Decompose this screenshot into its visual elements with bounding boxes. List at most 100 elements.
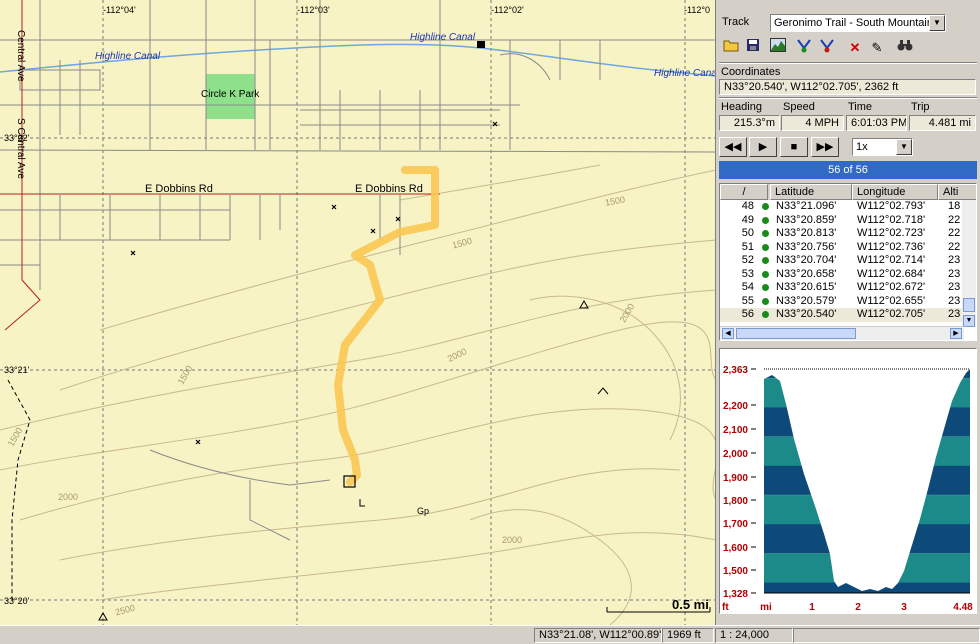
- separator: [719, 62, 977, 64]
- scroll-right-icon[interactable]: ▶: [950, 328, 962, 339]
- track-panel: Track Geronimo Trail - South Mountain ▼ …: [717, 0, 980, 625]
- column-header-longitude[interactable]: Longitude: [852, 184, 938, 200]
- longitude-label: -112°04': [103, 5, 136, 15]
- row-index: 51: [741, 240, 754, 253]
- gravel-pit-label: Gp: [417, 506, 430, 516]
- x-tick-label: 4.48: [953, 602, 973, 613]
- coordinates-field: N33°20.540', W112°02.705', 2362 ft: [719, 79, 976, 95]
- y-tick-label: 1,700: [723, 519, 748, 530]
- y-tick-label: 1,328: [723, 589, 748, 600]
- street-label: S Central Ave: [15, 118, 26, 179]
- status-extra: [793, 628, 980, 643]
- table-row[interactable]: 48 N33°21.096' W112°02.793' 18: [720, 200, 964, 214]
- scroll-down-icon[interactable]: ▼: [963, 315, 975, 327]
- row-longitude: W112°02.672': [857, 281, 926, 293]
- scale-bar-label: 0.5 mi: [672, 597, 709, 612]
- find-binoculars-icon[interactable]: [894, 38, 916, 58]
- x-tick-label: 3: [901, 602, 907, 613]
- save-icon[interactable]: [742, 38, 764, 58]
- row-latitude: N33°20.813': [776, 227, 837, 239]
- row-index: 54: [741, 281, 754, 293]
- row-index: 53: [741, 267, 754, 280]
- open-folder-icon[interactable]: [720, 38, 742, 58]
- longitude-label: -112°0: [684, 5, 710, 15]
- table-header: / Latitude Longitude Alti: [720, 184, 976, 200]
- heading-field: 215.3°m: [719, 115, 780, 131]
- table-vertical-scrollbar[interactable]: ▼: [962, 200, 976, 327]
- canal-label: Highline Canal: [654, 68, 716, 79]
- row-latitude: N33°20.579': [776, 294, 837, 307]
- track-point-icon: [762, 216, 769, 224]
- row-index: 48: [741, 200, 754, 212]
- column-header-altitude[interactable]: Alti: [938, 184, 976, 200]
- table-row[interactable]: 49 N33°20.859' W112°02.718' 22: [720, 214, 964, 228]
- building-marker: [477, 41, 485, 48]
- map-view[interactable]: -112°04' -112°03' -112°02' -112°0 33°22'…: [0, 0, 716, 625]
- boundary-line: [7, 379, 31, 600]
- progress-text: 56 of 56: [828, 164, 868, 176]
- playback-progress-bar[interactable]: 56 of 56: [719, 161, 977, 179]
- table-row[interactable]: 50 N33°20.813' W112°02.723' 22: [720, 227, 964, 241]
- row-latitude: N33°20.859': [776, 213, 837, 226]
- scroll-thumb[interactable]: [736, 328, 856, 339]
- track-select-value: Geronimo Trail - South Mountain: [774, 17, 933, 29]
- column-header-latitude[interactable]: Latitude: [770, 184, 852, 200]
- table-horizontal-scrollbar[interactable]: ◀ ▶: [720, 326, 964, 340]
- x-tick-label: 2: [855, 602, 861, 613]
- y-tick-label: 2,100: [723, 425, 748, 436]
- scroll-thumb[interactable]: [963, 298, 975, 312]
- time-label: Time: [848, 101, 873, 113]
- play-button[interactable]: ▶: [749, 137, 777, 157]
- map-grid: [0, 0, 715, 625]
- row-longitude: W112°02.684': [857, 267, 926, 280]
- y-tick-label: 2,000: [723, 449, 748, 460]
- track-points-table[interactable]: / Latitude Longitude Alti 48 N33°21.096' W…: [719, 183, 977, 341]
- status-empty: [0, 628, 534, 643]
- rewind-button[interactable]: ◀◀: [719, 137, 747, 157]
- table-row[interactable]: 55 N33°20.579' W112°02.655' 23: [720, 295, 964, 309]
- canal-label: Highline Canal: [410, 32, 476, 43]
- track-point-icon: [762, 311, 769, 318]
- longitude-label: -112°02': [491, 5, 524, 15]
- latitude-label: 33°21': [4, 365, 30, 375]
- road-label: E Dobbins Rd: [355, 183, 423, 195]
- canal-label: Highline Canal: [95, 51, 161, 62]
- track-point-icon: [762, 243, 769, 251]
- table-row[interactable]: 51 N33°20.756' W112°02.736' 22: [720, 241, 964, 255]
- gps-track: [334, 166, 439, 486]
- elevation-area-path: [764, 369, 970, 593]
- delete-icon[interactable]: ✕: [844, 38, 866, 58]
- longitude-label: -112°03': [297, 5, 330, 15]
- begin-marker-icon[interactable]: [793, 38, 815, 58]
- y-axis-unit: ft: [722, 602, 729, 613]
- row-latitude: N33°20.658': [776, 267, 837, 280]
- playback-speed-select[interactable]: 1x ▼: [852, 138, 913, 156]
- elevation-profile-icon[interactable]: [767, 38, 789, 58]
- elevation-profile-chart[interactable]: 2,363 2,200 2,100 2,000 1,900 1,800 1,700 1,600…: [719, 348, 977, 614]
- elevation-profile-svg: 2,363 2,200 2,100 2,000 1,900 1,800 1,700 1,600…: [722, 365, 973, 613]
- track-point-icon: [762, 270, 769, 278]
- row-index: 50: [741, 227, 754, 239]
- edit-pencil-icon[interactable]: ✎: [866, 38, 888, 58]
- map-canvas[interactable]: [0, 0, 716, 625]
- contour-lines: [0, 164, 715, 625]
- park-label: Circle K Park: [201, 89, 260, 100]
- track-label: Track: [722, 16, 750, 28]
- table-row[interactable]: 56 N33°20.540' W112°02.705' 23: [720, 308, 964, 322]
- track-point-icon: [762, 257, 769, 264]
- status-cursor-elevation: 1969 ft: [662, 628, 714, 643]
- mine-symbol: [597, 387, 609, 395]
- table-row[interactable]: 52 N33°20.704' W112°02.714' 23: [720, 254, 964, 268]
- stop-button[interactable]: ■: [780, 137, 808, 157]
- trip-field: 4.481 mi: [909, 115, 976, 131]
- column-header-index[interactable]: /: [720, 184, 768, 200]
- fast-forward-button[interactable]: ▶▶: [811, 137, 839, 157]
- scroll-left-icon[interactable]: ◀: [722, 328, 734, 339]
- chevron-down-icon[interactable]: ▼: [929, 15, 945, 31]
- table-row[interactable]: 54 N33°20.615' W112°02.672' 23: [720, 281, 964, 295]
- table-row[interactable]: 53 N33°20.658' W112°02.684' 23: [720, 268, 964, 282]
- chevron-down-icon[interactable]: ▼: [896, 139, 912, 155]
- track-point-icon: [762, 297, 769, 305]
- track-select[interactable]: Geronimo Trail - South Mountain ▼: [770, 14, 946, 32]
- end-marker-icon[interactable]: [816, 38, 838, 58]
